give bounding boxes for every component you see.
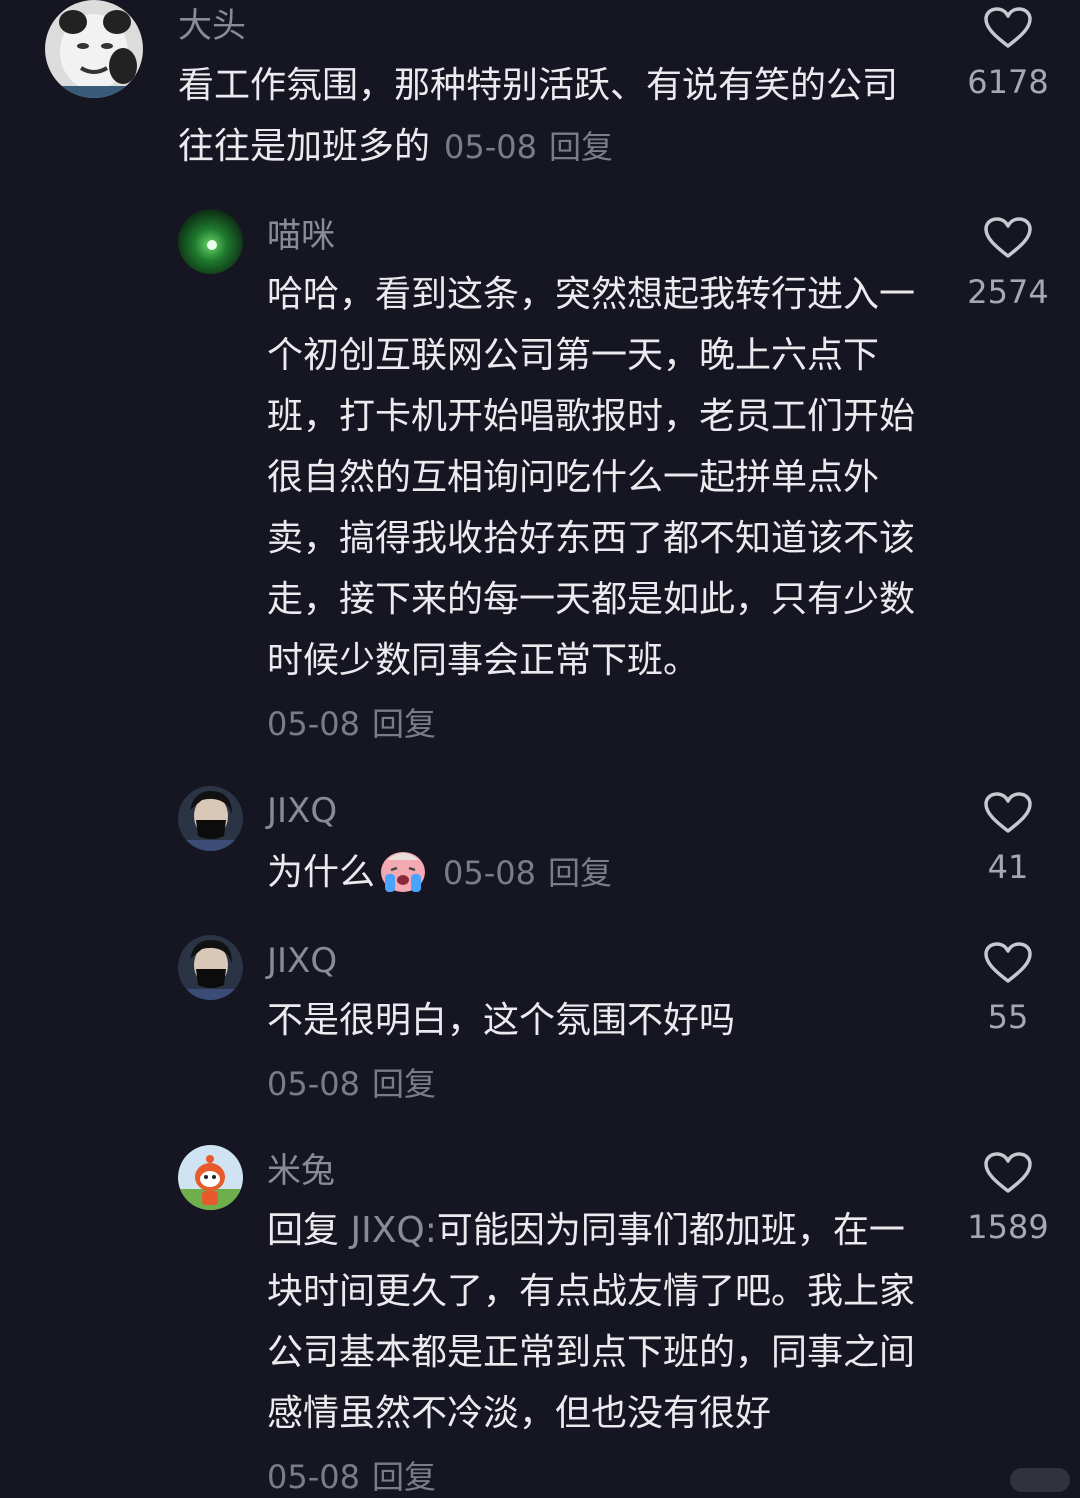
heart-icon [984, 217, 1032, 258]
comment-meta: 05-08 回复 [267, 1064, 436, 1104]
heart-icon [984, 942, 1032, 983]
like-count: 1589 [967, 1208, 1049, 1246]
like-button[interactable]: 41 [948, 791, 1068, 887]
heart-icon [984, 1152, 1032, 1193]
like-button[interactable]: 55 [948, 941, 1068, 1037]
comment-meta: 05-08 回复 [267, 1457, 436, 1497]
reply-button[interactable]: 回复 [548, 854, 612, 892]
reply-button[interactable]: 回复 [549, 128, 613, 166]
like-count: 41 [987, 848, 1029, 886]
comment-date: 05-08 [444, 128, 537, 166]
comment-meta: 05-08 回复 [267, 704, 436, 744]
comment-text: 哈哈，看到这条，突然想起我转行进入一个初创互联网公司第一天，晚上六点下班，打卡机… [267, 274, 916, 681]
comment-username[interactable]: 喵咪 [267, 216, 335, 256]
heart-icon [984, 792, 1032, 833]
comment-body-text: 为什么 [267, 852, 376, 893]
mitu-rabbit-avatar[interactable] [178, 1145, 243, 1210]
comment-username[interactable]: JIXQ [267, 791, 337, 831]
comment-text: 看工作氛围，那种特别活跃、有说有笑的公司往往是加班多的 05-08 回复 [178, 55, 928, 178]
crying-emoji [377, 846, 429, 913]
reply-prefix: 回复 [267, 1210, 340, 1251]
like-count: 55 [987, 998, 1029, 1036]
reply-button[interactable]: 回复 [372, 1458, 436, 1496]
like-button[interactable]: 1589 [948, 1151, 1068, 1247]
comment-date: 05-08 [267, 705, 360, 743]
comment-date: 05-08 [267, 1065, 360, 1103]
watermark-badge [1010, 1468, 1070, 1492]
meme-face-avatar[interactable] [45, 0, 143, 98]
like-button[interactable]: 2574 [948, 216, 1068, 312]
like-count: 2574 [967, 273, 1049, 311]
masked-person-avatar[interactable] [178, 935, 243, 1000]
like-count: 6178 [967, 63, 1049, 101]
comment-text: 回复 JIXQ:可能因为同事们都加班，在一块时间更久了，有点战友情了吧。我上家公… [267, 1200, 927, 1444]
comment-username[interactable]: JIXQ [267, 941, 337, 981]
reply-button[interactable]: 回复 [372, 705, 436, 743]
comment-username[interactable]: 大头 [178, 6, 246, 46]
mention-link[interactable]: JIXQ: [350, 1210, 436, 1251]
masked-person-avatar[interactable] [178, 786, 243, 851]
reply-button[interactable]: 回复 [372, 1065, 436, 1103]
green-orb-avatar[interactable] [178, 209, 243, 274]
comment-date: 05-08 [443, 854, 536, 892]
comment-text: 不是很明白，这个氛围不好吗 [267, 1000, 736, 1041]
comment-text: 为什么 05-08 回复 [267, 842, 927, 913]
comment-username[interactable]: 米兔 [267, 1151, 335, 1191]
like-button[interactable]: 6178 [948, 6, 1068, 102]
heart-icon [984, 7, 1032, 48]
comment-date: 05-08 [267, 1458, 360, 1496]
